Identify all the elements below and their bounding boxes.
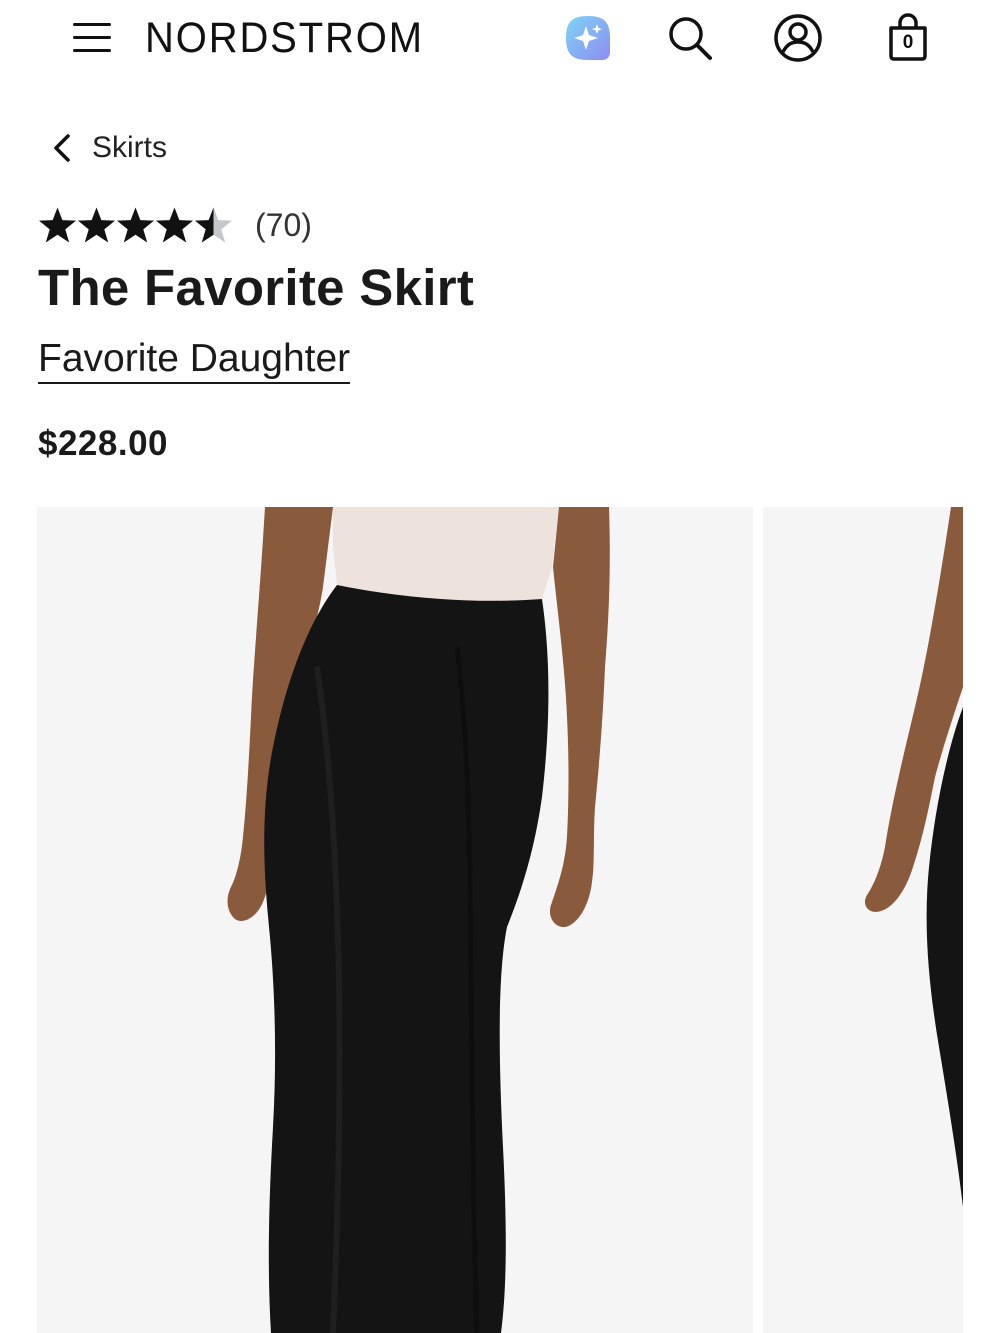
- product-title: The Favorite Skirt: [38, 259, 475, 316]
- breadcrumb-back[interactable]: Skirts: [48, 126, 167, 170]
- product-rating[interactable]: (70): [38, 202, 312, 248]
- search-icon[interactable]: [664, 12, 716, 64]
- chevron-left-icon: [54, 134, 70, 162]
- star-full-icon: [38, 207, 77, 243]
- hamburger-menu-icon[interactable]: [70, 18, 114, 58]
- star-half-icon: [194, 207, 233, 243]
- product-image-main[interactable]: [37, 507, 753, 1333]
- product-image-next[interactable]: [763, 507, 963, 1333]
- star-full-icon: [116, 207, 155, 243]
- brand-link[interactable]: Favorite Daughter: [38, 336, 351, 384]
- sparkle-assistant-icon[interactable]: [562, 12, 614, 64]
- product-page: NORDSTROM 0 Skirts (70) The Favorite Ski…: [0, 0, 1000, 1333]
- account-icon[interactable]: [772, 12, 824, 64]
- shopping-bag-icon[interactable]: 0: [882, 12, 934, 64]
- product-price: $228.00: [38, 424, 169, 463]
- product-image-carousel[interactable]: [37, 507, 963, 1333]
- star-full-icon: [155, 207, 194, 243]
- review-count[interactable]: (70): [255, 207, 312, 244]
- rating-stars: [38, 206, 233, 244]
- bag-count: 0: [902, 32, 914, 53]
- site-header: NORDSTROM 0: [0, 0, 1000, 80]
- star-full-icon: [77, 207, 116, 243]
- nordstrom-logo[interactable]: NORDSTROM: [145, 14, 424, 62]
- breadcrumb-label: Skirts: [92, 131, 167, 164]
